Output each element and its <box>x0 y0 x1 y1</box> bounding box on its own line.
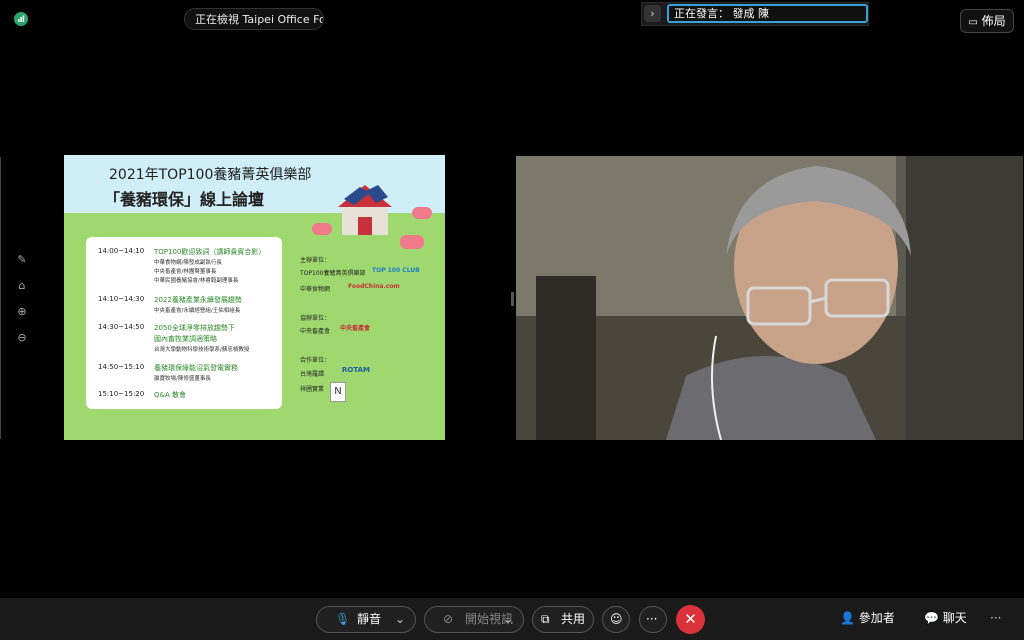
agenda-speaker: 中央畜產會/永續經營組/王佑相組長 <box>154 308 241 314</box>
resize-handle[interactable] <box>511 292 514 306</box>
chat-button[interactable]: 💬 聊天 <box>924 606 967 631</box>
active-speaker-label: 正在發言： 發成 陳 <box>667 4 868 23</box>
pen-icon[interactable]: ✎ <box>12 250 32 270</box>
partner-name: 台灣羅譚 <box>300 371 325 378</box>
more-icon: ··· <box>646 612 658 626</box>
pointer-icon[interactable]: ⌂ <box>12 276 32 296</box>
pig-illustration <box>400 235 424 249</box>
agenda-speaker: 台灣大學動物科學技術學系/蘇忠楨教授 <box>154 347 250 353</box>
zoom-in-icon[interactable]: ⊕ <box>12 302 32 322</box>
top100-logo: TOP 100 CLUB <box>372 267 420 274</box>
barn-illustration <box>338 185 392 235</box>
mute-label: 靜音 <box>357 612 382 626</box>
agenda-speaker: 中華民國養豬協會/林睿毅副理事長 <box>154 278 239 284</box>
viewing-indicator[interactable]: 正在檢視 Taipei Office Fo... <box>184 8 324 30</box>
chevron-right-icon[interactable]: › <box>644 5 661 22</box>
pig-illustration <box>412 207 432 219</box>
participants-label: 參加者 <box>858 611 895 625</box>
agenda-speaker: 瀛寶牧場/陳修盛董事長 <box>154 376 211 382</box>
layout-label: 佈局 <box>981 14 1006 28</box>
host-name: 中華食物網 <box>300 286 331 293</box>
share-button[interactable]: ⧉ 共用 <box>532 606 594 633</box>
annotation-toolbar: ✎ ⌂ ⊕ ⊖ <box>12 250 32 354</box>
layout-button[interactable]: ▭ 佈局 <box>960 9 1014 33</box>
overflow-menu-button[interactable]: ··· <box>990 606 1001 631</box>
agenda-time: 15:10~15:20 <box>98 390 145 398</box>
zoom-out-icon[interactable]: ⊖ <box>12 328 32 348</box>
more-options-button[interactable]: ··· <box>639 606 667 633</box>
partner-label: 合作單位： <box>300 357 331 364</box>
co-name: 中央畜產會 <box>300 328 331 335</box>
agenda-speaker: 中華食物網/陳發成副執行長 <box>154 260 222 266</box>
participants-button[interactable]: 👤 參加者 <box>840 606 895 631</box>
agenda-box: 14:00~14:10 TOP100歡迎致詞（講師貴賓合影） 中華食物網/陳發成… <box>86 237 282 409</box>
mute-button[interactable]: 🎙 靜音 ⌄ <box>316 606 416 633</box>
co-label: 協辦單位： <box>300 315 331 322</box>
chevron-down-icon[interactable]: ⌄ <box>503 607 513 632</box>
shared-slide: 2021年TOP100養豬菁英俱樂部 「養豬環保」線上論壇 14:00~14:1… <box>64 155 445 440</box>
agenda-speaker: 中央畜產會/林團賢董事長 <box>154 269 217 275</box>
partner-name: 祥圃實業 <box>300 386 325 393</box>
close-icon: ✕ <box>684 610 697 628</box>
host-label: 主辦單位： <box>300 257 331 264</box>
share-screen-icon: ⧉ <box>541 612 550 626</box>
participant-video-frame <box>516 156 1023 440</box>
share-label: 共用 <box>561 612 586 626</box>
foodchina-logo: FoodChina.com <box>348 283 400 290</box>
divider <box>0 157 1 439</box>
rotam-logo: ROTAM <box>342 366 370 374</box>
agenda-title-line2: 國內畜牧業調適策略 <box>154 335 217 343</box>
video-off-icon: ⊘ <box>443 612 454 626</box>
person-icon: 👤 <box>840 611 855 625</box>
agenda-title: 養豬環保綠能沼氣發電實務 <box>154 364 238 372</box>
agenda-time: 14:30~14:50 <box>98 323 145 331</box>
naif-logo: 中央畜產會 <box>340 325 371 332</box>
chevron-down-icon[interactable]: ⌄ <box>395 607 405 632</box>
emoji-icon: ☺ <box>610 612 623 626</box>
agenda-title: TOP100歡迎致詞（講師貴賓合影） <box>154 248 266 256</box>
agenda-title: 2050全球淨零排放趨勢下 <box>154 324 235 332</box>
agenda-time: 14:10~14:30 <box>98 295 145 303</box>
pig-illustration <box>312 223 332 235</box>
reactions-button[interactable]: ☺ <box>602 606 630 633</box>
host-name: TOP100養豬菁英俱樂部 <box>300 270 366 277</box>
connection-signal-icon[interactable] <box>14 12 28 26</box>
slide-title-line2: 「養豬環保」線上論壇 <box>104 190 265 209</box>
chat-bubble-icon: 💬 <box>924 611 939 625</box>
agenda-time: 14:00~14:10 <box>98 247 145 255</box>
leave-meeting-button[interactable]: ✕ <box>676 605 705 634</box>
partner-n-logo: N <box>330 382 346 402</box>
layout-icon: ▭ <box>968 17 978 28</box>
start-video-button[interactable]: ⊘ 開始視訊 ⌄ <box>424 606 524 633</box>
microphone-icon: 🎙 <box>335 612 351 626</box>
slide-title-line1: 2021年TOP100養豬菁英俱樂部 <box>109 167 312 183</box>
agenda-title: Q&A 散會 <box>154 391 186 399</box>
chat-label: 聊天 <box>942 611 967 625</box>
participant-video[interactable] <box>516 156 1023 440</box>
agenda-title: 2022養豬產業永續發展趨勢 <box>154 296 242 304</box>
agenda-time: 14:50~15:10 <box>98 363 145 371</box>
